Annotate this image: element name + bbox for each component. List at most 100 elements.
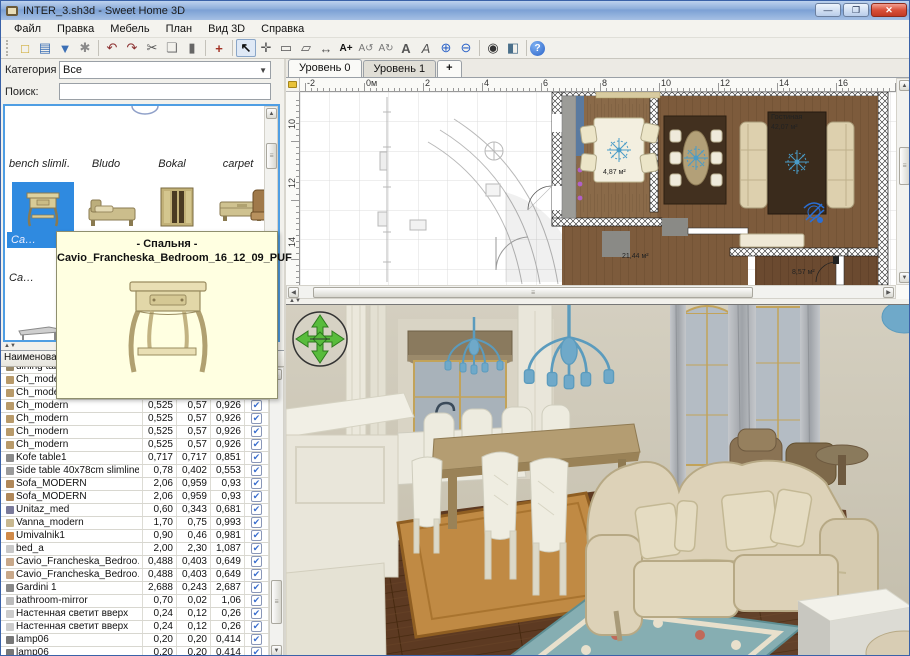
table-row[interactable]: Gardini 12,6880,2432,687✔: [1, 582, 269, 595]
table-row[interactable]: Umivalnik10,900,460,981✔: [1, 530, 269, 543]
table-row[interactable]: Vanna_modern1,700,750,993✔: [1, 517, 269, 530]
visible-checkbox[interactable]: ✔: [251, 504, 262, 515]
copy-button[interactable]: ❏: [162, 39, 182, 57]
scroll-up-arrow[interactable]: ▲: [266, 108, 277, 119]
visible-checkbox[interactable]: ✔: [251, 517, 262, 528]
search-input[interactable]: [59, 83, 271, 100]
plan-horizontal-scrollbar[interactable]: ◀ ≡ ▶: [286, 285, 896, 299]
create-walls-button[interactable]: ▭: [276, 39, 296, 57]
table-row[interactable]: Ch_modern0,5250,570,926✔: [1, 426, 269, 439]
photo-button[interactable]: ◉: [483, 39, 503, 57]
catalog-scroll-thumb[interactable]: ≡: [266, 143, 277, 169]
new-home-button[interactable]: □: [15, 39, 35, 57]
plan-vertical-scrollbar[interactable]: ▲ ≡ ▼: [896, 78, 910, 285]
bed-thumb[interactable]: [87, 194, 139, 228]
table-row[interactable]: Sofa_MODERN2,060,9590,93✔: [1, 491, 269, 504]
table-row[interactable]: lamp060,200,200,414✔: [1, 634, 269, 647]
lock-icon[interactable]: [288, 81, 297, 88]
view-3d[interactable]: [286, 304, 910, 656]
visible-checkbox[interactable]: ✔: [251, 569, 262, 580]
visible-checkbox[interactable]: ✔: [251, 595, 262, 606]
catalog-item-label-partial[interactable]: Ca…: [11, 234, 36, 246]
visible-checkbox[interactable]: ✔: [251, 478, 262, 489]
plan-canvas[interactable]: 4,87 м² Гостиная 42,07 м² 21,44 м² 8,57 …: [300, 92, 896, 285]
help-button[interactable]: ?: [530, 41, 545, 56]
table-row[interactable]: Ch_modern0,5250,570,926✔: [1, 439, 269, 452]
catalog-item-label[interactable]: Bokal: [141, 158, 203, 170]
plan-hscroll-thumb[interactable]: ≡: [313, 287, 753, 298]
catalog-item-label[interactable]: bench slimli…: [9, 158, 71, 170]
menu-item-5[interactable]: Справка: [254, 21, 311, 37]
table-row[interactable]: Ch_modern0,5250,570,926✔: [1, 400, 269, 413]
create-rooms-button[interactable]: ▱: [296, 39, 316, 57]
catalog-item-label[interactable]: carpet: [207, 158, 269, 170]
visible-checkbox[interactable]: ✔: [251, 543, 262, 554]
tab-level-1[interactable]: Уровень 1: [363, 60, 437, 77]
select-tool-button[interactable]: ↖: [236, 39, 256, 57]
menu-item-2[interactable]: Мебель: [103, 21, 156, 37]
open-button[interactable]: ▤: [35, 39, 55, 57]
table-row[interactable]: Ch_modern0,5250,570,926✔: [1, 413, 269, 426]
redo-button[interactable]: ↷: [122, 39, 142, 57]
zoom-in-button[interactable]: ⊕: [436, 39, 456, 57]
visible-checkbox[interactable]: ✔: [251, 452, 262, 463]
paste-button[interactable]: ▮: [182, 39, 202, 57]
catalog-item-label-partial[interactable]: Ca…: [9, 272, 34, 284]
cut-button[interactable]: ✂: [142, 39, 162, 57]
add-text-button[interactable]: A+: [336, 39, 356, 57]
video-button[interactable]: ◧: [503, 39, 523, 57]
close-button[interactable]: ✕: [871, 3, 907, 17]
toolbar-grip[interactable]: [6, 40, 12, 56]
rotate-text-cw-button[interactable]: A↻: [376, 39, 396, 57]
save-button[interactable]: ▼: [55, 39, 75, 57]
pan-tool-button[interactable]: ✛: [256, 39, 276, 57]
menu-item-4[interactable]: Вид 3D: [201, 21, 252, 37]
table-row[interactable]: bathroom-mirror0,700,021,06✔: [1, 595, 269, 608]
table-row[interactable]: Side table 40x78cm slimline0,780,4020,55…: [1, 465, 269, 478]
create-dimensions-button[interactable]: ↔: [316, 39, 336, 57]
visible-checkbox[interactable]: ✔: [251, 634, 262, 645]
zoom-out-button[interactable]: ⊖: [456, 39, 476, 57]
visible-checkbox[interactable]: ✔: [251, 426, 262, 437]
room-small[interactable]: [755, 256, 878, 285]
scroll-down-arrow[interactable]: ▼: [271, 645, 282, 656]
add-furniture-button[interactable]: +: [209, 39, 229, 57]
title-bar[interactable]: INTER_3.sh3d - Sweet Home 3D — ❐ ✕: [1, 1, 910, 20]
maximize-button[interactable]: ❐: [843, 3, 869, 17]
scroll-right-arrow[interactable]: ▶: [883, 287, 894, 298]
table-row[interactable]: Настенная светит вверх0,240,120,26✔: [1, 621, 269, 634]
panel-splitter[interactable]: [284, 59, 286, 656]
wardrobe-thumb[interactable]: [155, 186, 199, 230]
add-level-button[interactable]: +: [437, 60, 461, 77]
splitter-arrows-icon[interactable]: ▲▼: [4, 343, 16, 349]
console-table[interactable]: [740, 234, 804, 247]
visible-checkbox[interactable]: ✔: [251, 400, 262, 411]
visible-checkbox[interactable]: ✔: [251, 491, 262, 502]
visible-checkbox[interactable]: ✔: [251, 621, 262, 632]
scroll-down-arrow[interactable]: ▼: [899, 272, 910, 283]
table-row[interactable]: Unitaz_med0,600,3430,681✔: [1, 504, 269, 517]
rotate-text-ccw-button[interactable]: A↺: [356, 39, 376, 57]
table-row[interactable]: lamp060,200,200,414✔: [1, 647, 269, 656]
undo-button[interactable]: ↶: [102, 39, 122, 57]
navigation-compass[interactable]: [293, 312, 347, 366]
preferences-button[interactable]: ✱: [75, 39, 95, 57]
tab-level-0[interactable]: Уровень 0: [288, 59, 362, 77]
scroll-up-arrow[interactable]: ▲: [899, 80, 910, 91]
plan-vscroll-thumb[interactable]: ≡: [899, 147, 910, 185]
menu-item-1[interactable]: Правка: [50, 21, 101, 37]
visible-checkbox[interactable]: ✔: [251, 413, 262, 424]
italic-button[interactable]: A: [416, 39, 436, 57]
table-row[interactable]: Настенная светит вверх0,240,120,26✔: [1, 608, 269, 621]
table-row[interactable]: Cavio_Francheska_Bedroo…0,4880,4030,649✔: [1, 569, 269, 582]
menu-item-0[interactable]: Файл: [7, 21, 48, 37]
furniture-list-scrollbar[interactable]: ▲ ≡ ▼: [269, 367, 284, 656]
visible-checkbox[interactable]: ✔: [251, 608, 262, 619]
room-hall[interactable]: [562, 226, 748, 285]
scroll-left-arrow[interactable]: ◀: [288, 287, 299, 298]
minimize-button[interactable]: —: [815, 3, 841, 17]
catalog-item-label[interactable]: Bludo: [75, 158, 137, 170]
furniture-scroll-thumb[interactable]: ≡: [271, 580, 282, 624]
kitchen-counter[interactable]: [562, 96, 576, 218]
table-row[interactable]: bed_a2,002,301,087✔: [1, 543, 269, 556]
